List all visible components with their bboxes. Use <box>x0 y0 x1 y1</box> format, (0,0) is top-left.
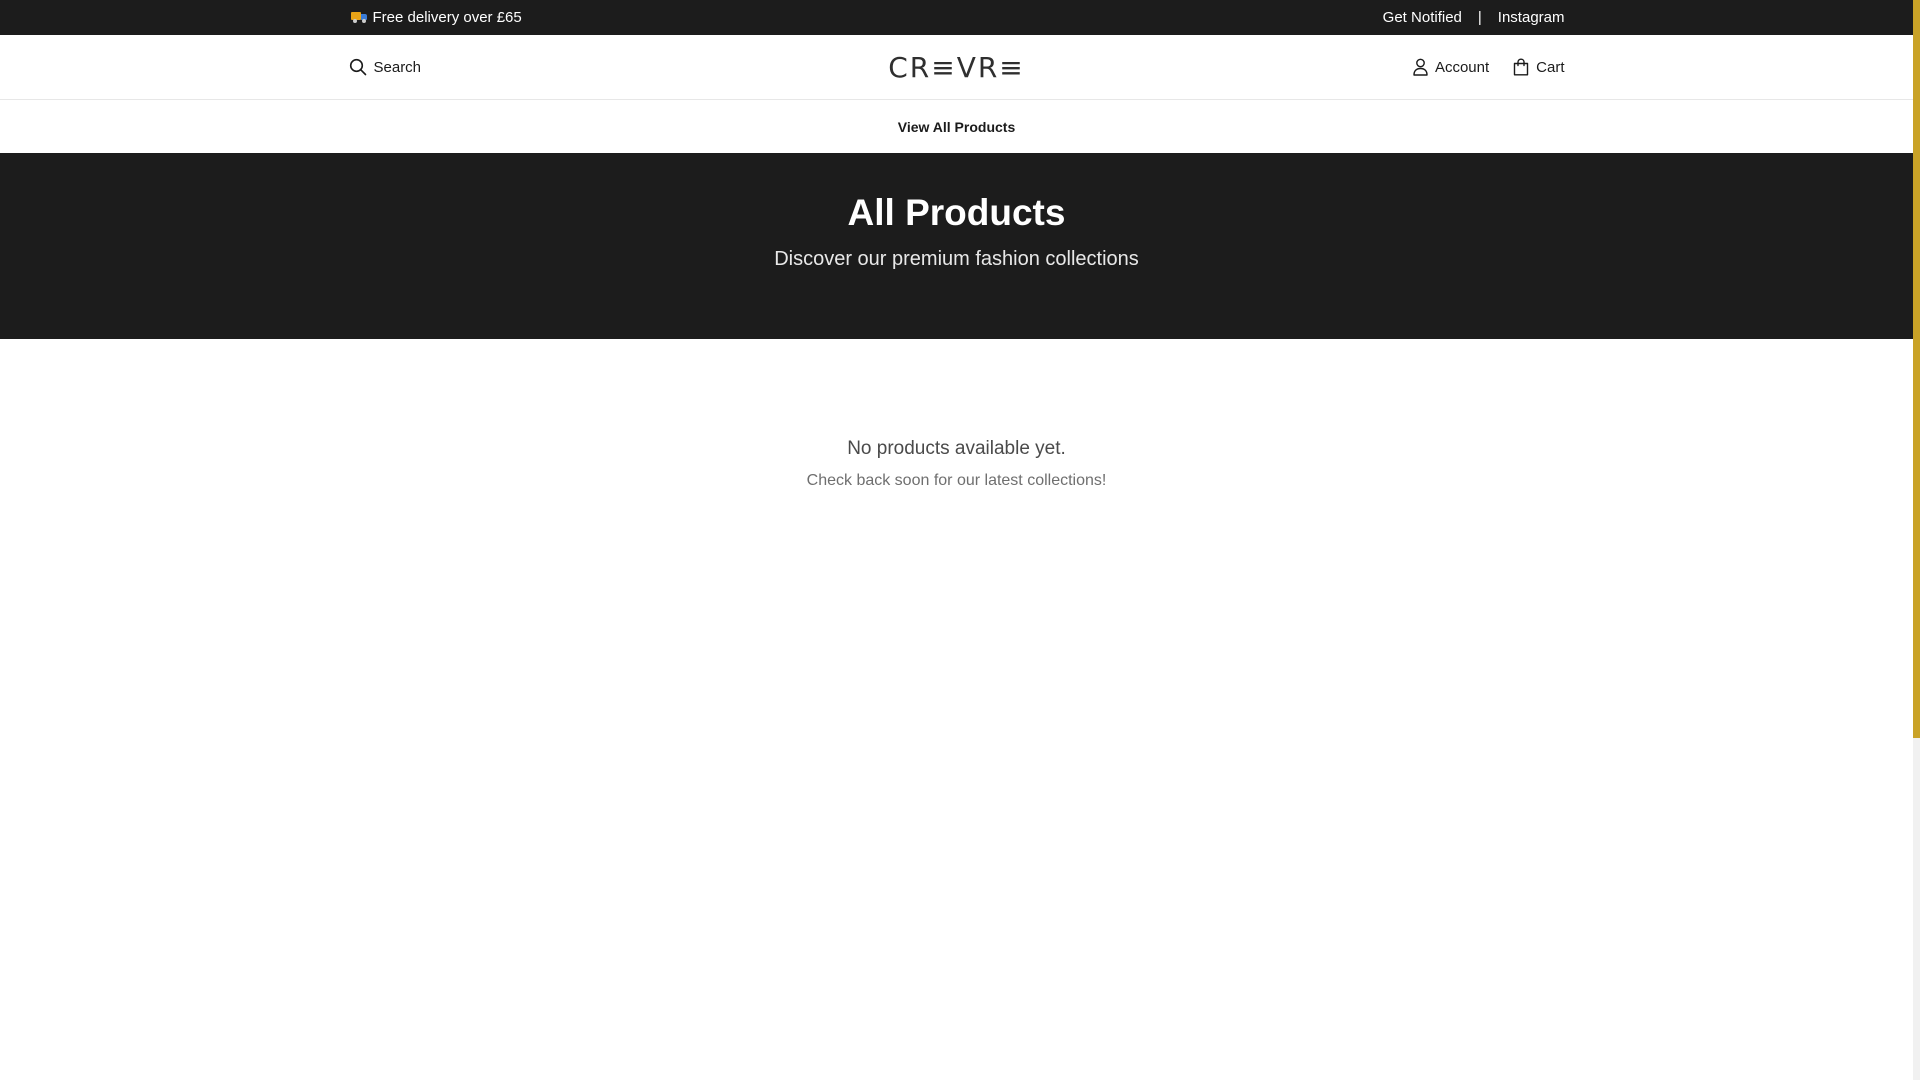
page: Free delivery over £65 Get Notified | In… <box>0 0 1920 1080</box>
empty-state: No products available yet. Check back so… <box>0 339 1913 490</box>
scrollbar-thumb[interactable] <box>1913 154 1920 738</box>
nav-view-all-products[interactable]: View All Products <box>898 119 1015 135</box>
delivery-truck-icon <box>350 12 367 23</box>
promo-text: Free delivery over £65 <box>372 9 522 26</box>
announcement-bar: Free delivery over £65 Get Notified | In… <box>0 0 1913 35</box>
empty-submessage: Check back soon for our latest collectio… <box>806 472 1107 489</box>
cart-button[interactable]: Cart <box>1513 58 1565 76</box>
announcement-links: Get Notified | Instagram <box>1383 9 1565 26</box>
get-notified-link[interactable]: Get Notified <box>1383 9 1462 26</box>
empty-message: No products available yet. <box>847 438 1066 459</box>
main-nav: View All Products <box>0 100 1913 153</box>
shopping-bag-icon <box>1513 58 1529 76</box>
viewport: Free delivery over £65 Get Notified | In… <box>0 0 1913 1080</box>
site-header: Search CR≡VR≡ Account Cart <box>0 35 1913 100</box>
search-label: Search <box>373 58 422 76</box>
promo: Free delivery over £65 <box>350 9 522 26</box>
hero-banner: All Products Discover our premium fashio… <box>0 153 1913 339</box>
instagram-link[interactable]: Instagram <box>1498 9 1565 26</box>
account-button[interactable]: Account <box>1413 58 1489 76</box>
cart-label: Cart <box>1536 58 1565 76</box>
page-subtitle: Discover our premium fashion collections <box>774 248 1139 270</box>
links-separator: | <box>1477 9 1482 26</box>
site-logo[interactable]: CR≡VR≡ <box>888 51 1025 84</box>
user-icon <box>1413 58 1428 76</box>
page-title: All Products <box>847 192 1066 233</box>
search-icon <box>349 58 367 76</box>
search-button[interactable]: Search <box>349 58 422 76</box>
account-label: Account <box>1434 58 1490 76</box>
page-scrollbar[interactable] <box>1913 0 1920 1080</box>
scrollbar-track-accent <box>1913 0 1920 154</box>
